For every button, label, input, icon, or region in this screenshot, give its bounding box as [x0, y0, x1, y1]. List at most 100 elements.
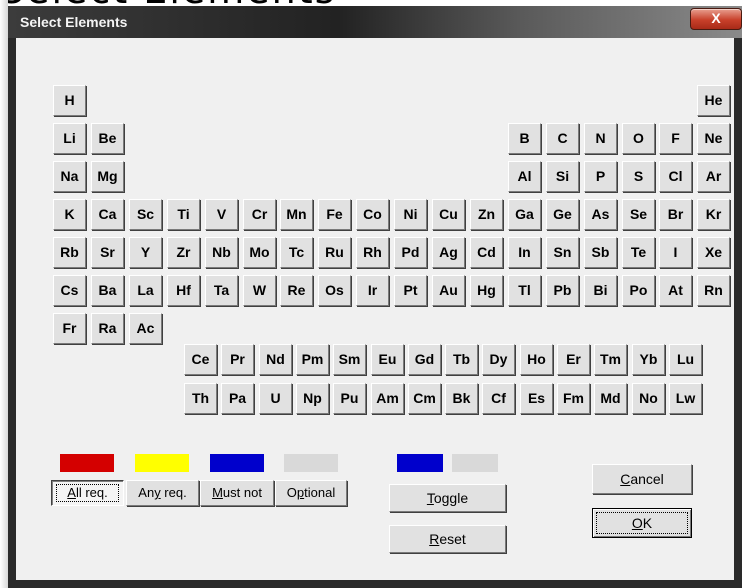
element-ne[interactable]: Ne: [697, 123, 730, 154]
element-ca[interactable]: Ca: [91, 199, 124, 230]
element-kr[interactable]: Kr: [697, 199, 730, 230]
element-pu[interactable]: Pu: [333, 383, 366, 414]
element-mn[interactable]: Mn: [280, 199, 313, 230]
element-sc[interactable]: Sc: [129, 199, 162, 230]
element-fm[interactable]: Fm: [557, 383, 590, 414]
element-mg[interactable]: Mg: [91, 161, 124, 192]
element-cm[interactable]: Cm: [408, 383, 441, 414]
element-p[interactable]: P: [584, 161, 617, 192]
element-na[interactable]: Na: [53, 161, 86, 192]
element-v[interactable]: V: [205, 199, 238, 230]
element-bi[interactable]: Bi: [584, 275, 617, 306]
element-ra[interactable]: Ra: [91, 313, 124, 344]
element-xe[interactable]: Xe: [697, 237, 730, 268]
element-cd[interactable]: Cd: [470, 237, 503, 268]
element-np[interactable]: Np: [296, 383, 329, 414]
element-am[interactable]: Am: [371, 383, 404, 414]
element-ir[interactable]: Ir: [356, 275, 389, 306]
element-hg[interactable]: Hg: [470, 275, 503, 306]
element-ho[interactable]: Ho: [520, 344, 553, 375]
element-ru[interactable]: Ru: [318, 237, 351, 268]
element-zn[interactable]: Zn: [470, 199, 503, 230]
element-b[interactable]: B: [508, 123, 541, 154]
element-md[interactable]: Md: [594, 383, 627, 414]
element-sn[interactable]: Sn: [546, 237, 579, 268]
legend-button-all-req[interactable]: All req.: [51, 480, 124, 506]
element-ba[interactable]: Ba: [91, 275, 124, 306]
element-sm[interactable]: Sm: [333, 344, 366, 375]
element-co[interactable]: Co: [356, 199, 389, 230]
element-tc[interactable]: Tc: [280, 237, 313, 268]
element-in[interactable]: In: [508, 237, 541, 268]
element-pa[interactable]: Pa: [221, 383, 254, 414]
element-i[interactable]: I: [659, 237, 692, 268]
element-pt[interactable]: Pt: [394, 275, 427, 306]
element-ge[interactable]: Ge: [546, 199, 579, 230]
element-er[interactable]: Er: [557, 344, 590, 375]
element-la[interactable]: La: [129, 275, 162, 306]
element-tb[interactable]: Tb: [445, 344, 478, 375]
element-ag[interactable]: Ag: [432, 237, 465, 268]
element-ar[interactable]: Ar: [697, 161, 730, 192]
element-h[interactable]: H: [53, 85, 86, 116]
element-si[interactable]: Si: [546, 161, 579, 192]
element-zr[interactable]: Zr: [167, 237, 200, 268]
element-ni[interactable]: Ni: [394, 199, 427, 230]
element-he[interactable]: He: [697, 85, 730, 116]
element-es[interactable]: Es: [520, 383, 553, 414]
element-n[interactable]: N: [584, 123, 617, 154]
element-as[interactable]: As: [584, 199, 617, 230]
element-po[interactable]: Po: [622, 275, 655, 306]
element-ac[interactable]: Ac: [129, 313, 162, 344]
element-ti[interactable]: Ti: [167, 199, 200, 230]
element-gd[interactable]: Gd: [408, 344, 441, 375]
element-fr[interactable]: Fr: [53, 313, 86, 344]
legend-button-must-not[interactable]: Must not: [200, 480, 274, 506]
element-tl[interactable]: Tl: [508, 275, 541, 306]
element-sr[interactable]: Sr: [91, 237, 124, 268]
element-re[interactable]: Re: [280, 275, 313, 306]
element-fe[interactable]: Fe: [318, 199, 351, 230]
legend-button-any-req[interactable]: Any req.: [126, 480, 199, 506]
element-yb[interactable]: Yb: [632, 344, 665, 375]
element-tm[interactable]: Tm: [594, 344, 627, 375]
element-pr[interactable]: Pr: [221, 344, 254, 375]
toggle-button[interactable]: Toggle: [389, 484, 506, 512]
element-al[interactable]: Al: [508, 161, 541, 192]
element-cs[interactable]: Cs: [53, 275, 86, 306]
element-f[interactable]: F: [659, 123, 692, 154]
element-sb[interactable]: Sb: [584, 237, 617, 268]
element-ga[interactable]: Ga: [508, 199, 541, 230]
element-os[interactable]: Os: [318, 275, 351, 306]
element-rh[interactable]: Rh: [356, 237, 389, 268]
element-ta[interactable]: Ta: [205, 275, 238, 306]
element-cu[interactable]: Cu: [432, 199, 465, 230]
element-w[interactable]: W: [243, 275, 276, 306]
reset-button[interactable]: Reset: [389, 525, 506, 553]
close-button[interactable]: X: [690, 8, 742, 30]
element-dy[interactable]: Dy: [482, 344, 515, 375]
element-rb[interactable]: Rb: [53, 237, 86, 268]
element-u[interactable]: U: [259, 383, 292, 414]
element-nb[interactable]: Nb: [205, 237, 238, 268]
element-y[interactable]: Y: [129, 237, 162, 268]
element-mo[interactable]: Mo: [243, 237, 276, 268]
element-ce[interactable]: Ce: [184, 344, 217, 375]
element-se[interactable]: Se: [622, 199, 655, 230]
element-pm[interactable]: Pm: [296, 344, 329, 375]
element-cf[interactable]: Cf: [482, 383, 515, 414]
element-cr[interactable]: Cr: [243, 199, 276, 230]
title-bar[interactable]: Select Elements X: [8, 6, 742, 38]
element-lu[interactable]: Lu: [669, 344, 702, 375]
element-pd[interactable]: Pd: [394, 237, 427, 268]
element-no[interactable]: No: [632, 383, 665, 414]
legend-button-optional[interactable]: Optional: [275, 480, 347, 506]
element-c[interactable]: C: [546, 123, 579, 154]
cancel-button[interactable]: Cancel: [592, 464, 692, 494]
element-au[interactable]: Au: [432, 275, 465, 306]
element-hf[interactable]: Hf: [167, 275, 200, 306]
element-cl[interactable]: Cl: [659, 161, 692, 192]
element-k[interactable]: K: [53, 199, 86, 230]
element-eu[interactable]: Eu: [371, 344, 404, 375]
element-lw[interactable]: Lw: [669, 383, 702, 414]
